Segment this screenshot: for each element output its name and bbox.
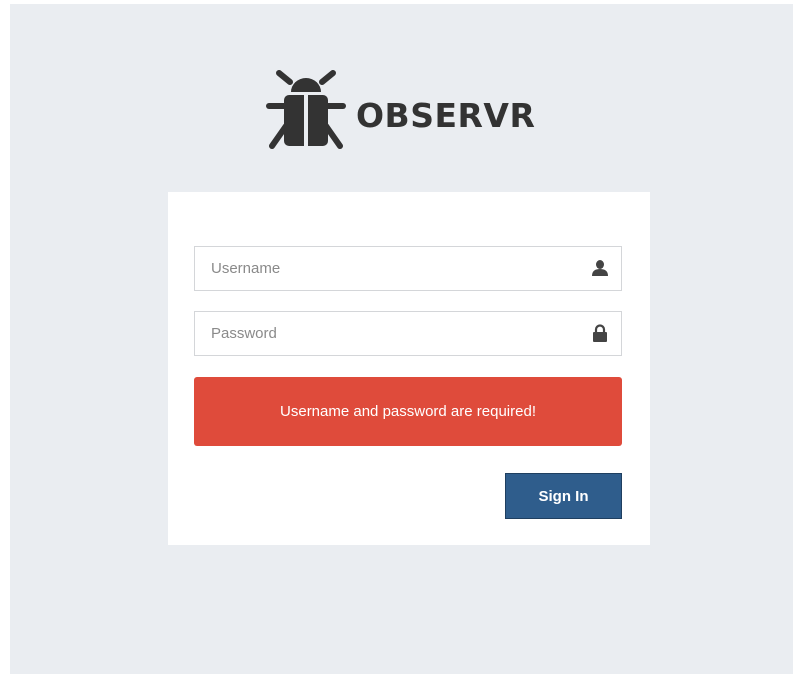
login-card: Username and password are required! Sign… [168,192,650,545]
brand-logo: OBSERVR [264,66,535,156]
bug-icon [264,70,348,152]
lock-icon [591,324,609,342]
username-field[interactable] [194,246,622,291]
login-page: OBSERVR Username and password are req [10,4,793,674]
error-message: Username and password are required! [280,403,536,420]
brand-name: OBSERVR [356,95,536,135]
user-icon [591,259,609,277]
error-alert: Username and password are required! [194,377,622,446]
sign-in-label: Sign In [538,487,589,505]
password-field[interactable] [194,311,622,356]
username-input[interactable] [195,247,575,290]
password-input[interactable] [195,312,575,355]
sign-in-button[interactable]: Sign In [505,473,622,519]
